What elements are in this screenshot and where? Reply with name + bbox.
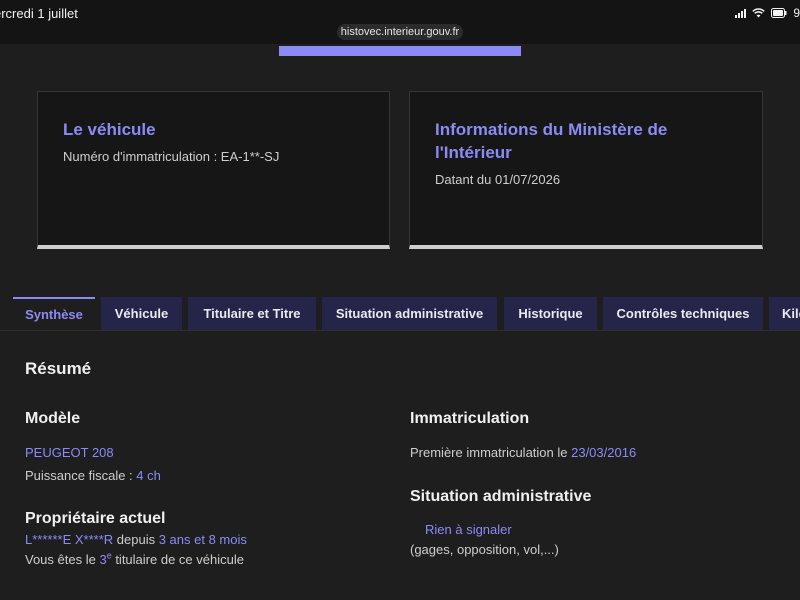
registration-number: Numéro d'immatriculation : EA-1**-SJ xyxy=(63,149,280,164)
ministry-card-title: Informations du Ministère de l'Intérieur xyxy=(435,120,668,162)
first-registration-date: 23/03/2016 xyxy=(571,445,637,460)
status-icons: 9 xyxy=(735,6,800,20)
ios-status-bar: ercredi 1 juillet 9 histovec.interieur.g… xyxy=(0,0,800,44)
synthese-panel: Résumé Modèle PEUGEOT 208 Puissance fisc… xyxy=(0,330,800,600)
fiscal-power-label: Puissance fiscale : xyxy=(25,468,137,483)
registration-heading: Immatriculation xyxy=(410,410,530,427)
owner-rank-number: 3e xyxy=(99,551,111,567)
owner-heading: Propriétaire actuel xyxy=(25,510,166,527)
model-heading: Modèle xyxy=(25,410,81,427)
vehicle-card-title: Le véhicule xyxy=(63,120,156,139)
owner-rank-digit: 3 xyxy=(99,552,107,567)
owner-name: L******E X****R xyxy=(25,532,114,547)
owner-rank-prefix: Vous êtes le xyxy=(25,552,100,567)
owner-line: L******E X****R depuis 3 ans et 8 mois xyxy=(25,532,247,547)
ownership-duration: 3 ans et 8 mois xyxy=(158,532,247,547)
battery-icon xyxy=(771,8,787,18)
data-date: Datant du 01/07/2026 xyxy=(435,172,561,187)
tab-situation-administrative[interactable]: Situation administrative xyxy=(322,297,497,330)
admin-status-value: Rien à signaler xyxy=(425,522,512,537)
tab-titulaire[interactable]: Titulaire et Titre xyxy=(188,297,316,330)
ministry-info-card: Informations du Ministère de l'Intérieur… xyxy=(409,91,763,249)
first-registration-label: Première immatriculation le xyxy=(410,445,572,460)
owner-since-word: depuis xyxy=(113,532,159,547)
fiscal-power: Puissance fiscale : 4 ch xyxy=(25,468,161,483)
summary-heading: Résumé xyxy=(25,359,92,378)
cellular-signal-icon xyxy=(735,8,747,18)
status-date: ercredi 1 juillet xyxy=(0,6,78,21)
first-registration: Première immatriculation le 23/03/2016 xyxy=(410,445,636,460)
tab-historique[interactable]: Historique xyxy=(504,297,597,330)
address-bar[interactable]: histovec.interieur.gouv.fr xyxy=(337,24,463,40)
vehicle-card: Le véhicule Numéro d'immatriculation : E… xyxy=(37,91,390,249)
tab-synthese[interactable]: Synthèse xyxy=(13,297,95,331)
fiscal-power-value: 4 ch xyxy=(136,468,161,483)
owner-rank-tail: titulaire de ce véhicule xyxy=(111,552,244,567)
wifi-icon xyxy=(752,8,766,18)
battery-percentage: 9 xyxy=(793,6,800,20)
tab-bar: Synthèse Véhicule Titulaire et Titre Sit… xyxy=(0,297,800,331)
admin-status-detail: (gages, opposition, vol,...) xyxy=(410,542,559,557)
owner-rank: Vous êtes le 3e titulaire de ce véhicule xyxy=(25,551,244,567)
header-accent-strip xyxy=(279,46,521,56)
tab-vehicule[interactable]: Véhicule xyxy=(101,297,182,330)
model-name: PEUGEOT 208 xyxy=(25,445,114,460)
tab-kilometrage[interactable]: Kilo xyxy=(769,297,800,330)
admin-status-heading: Situation administrative xyxy=(410,488,592,505)
tab-controles-techniques[interactable]: Contrôles techniques xyxy=(603,297,763,330)
